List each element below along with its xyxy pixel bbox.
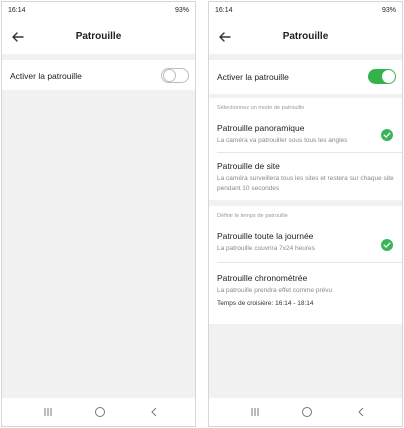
page-title: Patrouille: [282, 31, 329, 42]
patrol-toggle-label: Activer la patrouille: [217, 72, 289, 82]
app-bar: Patrouille: [209, 20, 402, 54]
checkmark-icon: [381, 239, 393, 251]
back-nav-icon[interactable]: [353, 404, 369, 420]
option-title: Patrouille toute la journée: [217, 231, 314, 241]
divider: [217, 262, 402, 263]
option-title: Patrouille chronométrée: [217, 273, 308, 283]
recent-apps-icon[interactable]: [40, 404, 56, 420]
section-label-time: Définir le temps de patrouille: [217, 213, 288, 219]
cruise-time-label: Temps de croisière:: [217, 300, 274, 307]
cruise-time-value: 16:14 - 18:14: [275, 300, 314, 307]
patrol-toggle-switch[interactable]: [161, 68, 189, 83]
patrol-toggle-label: Activer la patrouille: [10, 71, 82, 81]
checkmark-icon: [381, 129, 393, 141]
option-subtitle: La patrouille couvrira 7x24 heures: [217, 245, 315, 252]
status-bar: 16:14 93%: [209, 2, 402, 20]
page-title: Patrouille: [75, 31, 122, 42]
cruise-time: Temps de croisière: 16:14 - 18:14: [217, 300, 313, 307]
option-subtitle: La patrouille prendra effet comme prévu: [217, 287, 333, 294]
status-time: 16:14: [215, 7, 233, 14]
section-label-mode: Sélectionnez un mode de patrouille: [217, 105, 305, 111]
patrol-mode-section: Sélectionnez un mode de patrouille Patro…: [209, 98, 402, 200]
option-title: Patrouille panoramique: [217, 123, 305, 133]
home-icon[interactable]: [92, 404, 108, 420]
option-subtitle: La caméra surveillera tous les sites et …: [217, 175, 394, 192]
status-bar: 16:14 93%: [2, 2, 195, 20]
patrol-toggle-row[interactable]: Activer la patrouille: [2, 60, 195, 90]
home-icon[interactable]: [299, 404, 315, 420]
screenshot-canvas: 16:14 93% Patrouille Activer la patrouil…: [0, 0, 404, 428]
phone-screen-patrol-on: 16:14 93% Patrouille Activer la patrouil…: [208, 1, 403, 427]
battery-level: 93%: [174, 7, 189, 14]
recent-apps-icon[interactable]: [247, 404, 263, 420]
patrol-toggle-switch[interactable]: [368, 69, 396, 84]
back-nav-icon[interactable]: [146, 404, 162, 420]
system-nav-bar: [2, 398, 195, 426]
phone-screen-patrol-off: 16:14 93% Patrouille Activer la patrouil…: [1, 1, 196, 427]
option-subtitle: La caméra va patrouiller sous tous les a…: [217, 137, 348, 144]
app-bar: Patrouille: [2, 20, 195, 54]
patrol-toggle-row[interactable]: Activer la patrouille: [209, 60, 402, 94]
divider: [217, 152, 402, 153]
toggle-knob: [382, 70, 395, 83]
toggle-knob: [163, 69, 176, 82]
system-nav-bar: [209, 398, 402, 426]
patrol-time-section: Définir le temps de patrouille Patrouill…: [209, 206, 402, 324]
battery-level: 93%: [381, 7, 396, 14]
status-time: 16:14: [8, 7, 26, 14]
option-title: Patrouille de site: [217, 161, 280, 171]
